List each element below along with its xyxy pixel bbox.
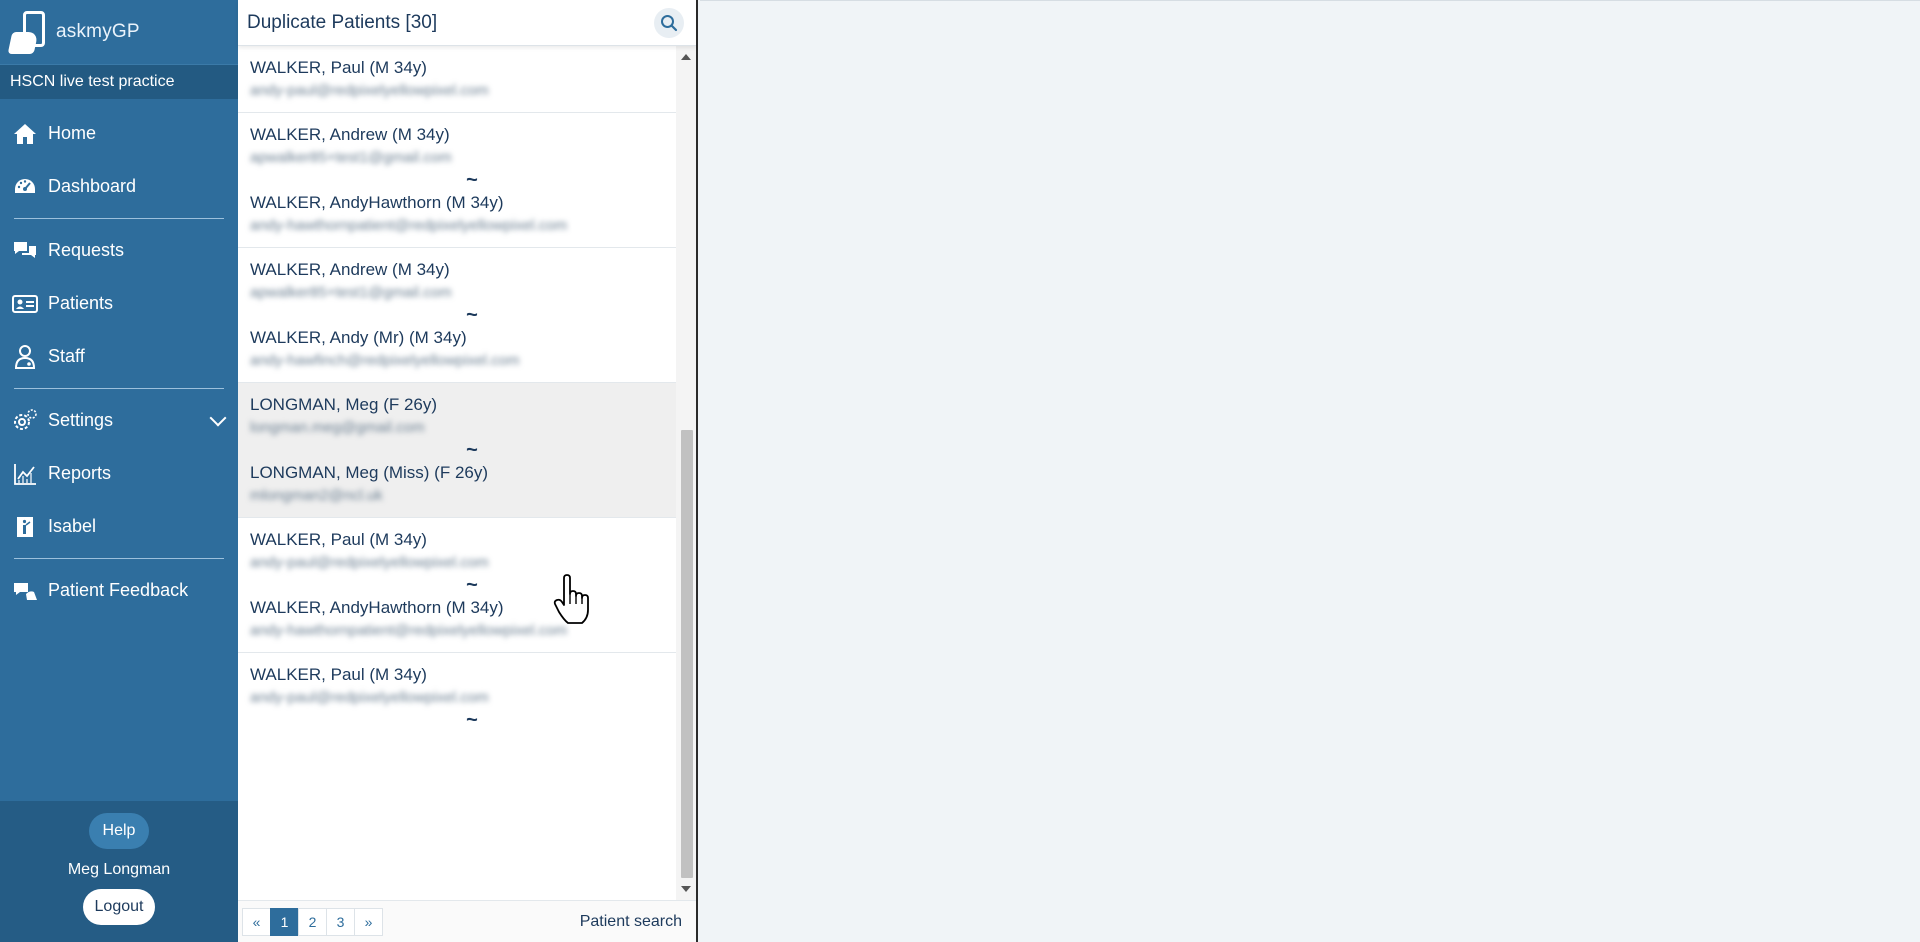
nav-label-staff: Staff xyxy=(48,346,85,366)
duplicate-group[interactable]: WALKER, Paul (M 34y) andy-paul@redpixely… xyxy=(238,46,676,113)
scroll-down-arrow-icon[interactable] xyxy=(681,886,691,892)
nav-label-patients: Patients xyxy=(48,293,114,313)
duplicate-group[interactable]: WALKER, Andrew (M 34y) apwalker85+test1@… xyxy=(238,113,676,248)
nav-label-settings: Settings xyxy=(48,410,114,430)
page-button-1[interactable]: 1 xyxy=(270,907,299,936)
hand-pointer-cursor-icon xyxy=(553,574,589,624)
patient-name: LONGMAN, Meg (Miss) (F 26y) xyxy=(250,463,489,482)
list-scrollbar[interactable] xyxy=(676,46,696,900)
patient-name: WALKER, Andrew (M 34y) xyxy=(250,125,450,144)
app-name: askmyGP xyxy=(56,21,140,42)
home-icon xyxy=(12,121,38,147)
patient-email: andy-paul@redpixelyellowpixel.com xyxy=(250,82,489,99)
patient-name: WALKER, Paul (M 34y) xyxy=(250,665,427,684)
patient-name: WALKER, Paul (M 34y) xyxy=(250,530,427,549)
nav-label-dashboard: Dashboard xyxy=(48,176,137,196)
patient-email: apwalker85+test1@gmail.com xyxy=(250,284,452,301)
duplicate-separator: ~ xyxy=(466,574,478,596)
scroll-thumb[interactable] xyxy=(681,430,693,878)
nav-item-reports[interactable]: Reports xyxy=(0,447,238,500)
chevron-down-icon xyxy=(209,409,227,427)
doctor-icon xyxy=(12,344,38,370)
panel-title: Duplicate Patients [30] xyxy=(247,11,438,33)
gauge-icon xyxy=(12,174,38,200)
page-next-button[interactable]: » xyxy=(354,907,383,936)
isabel-icon xyxy=(12,514,38,540)
nav-item-home[interactable]: Home xyxy=(0,107,238,160)
search-button[interactable] xyxy=(654,8,684,38)
main-nav: Home Dashboard Requests Patients Staff S… xyxy=(0,99,238,617)
page-button-3[interactable]: 3 xyxy=(326,907,355,936)
patient-name: LONGMAN, Meg (F 26y) xyxy=(250,395,438,414)
nav-label-patient-feedback: Patient Feedback xyxy=(48,580,189,600)
duplicate-separator: ~ xyxy=(466,439,478,461)
patient-email: apwalker85+test1@gmail.com xyxy=(250,149,452,166)
sidebar: askmyGP HSCN live test practice Home Das… xyxy=(0,0,238,942)
patient-name: WALKER, Paul (M 34y) xyxy=(250,58,427,77)
nav-item-patient-feedback[interactable]: Patient Feedback xyxy=(0,564,238,617)
nav-item-dashboard[interactable]: Dashboard xyxy=(0,160,238,213)
duplicate-separator: ~ xyxy=(466,709,478,731)
patient-search-link[interactable]: Patient search xyxy=(580,913,682,931)
nav-item-isabel[interactable]: Isabel xyxy=(0,500,238,553)
chat-bubbles-icon xyxy=(12,238,38,264)
duplicate-patients-list: WALKER, Paul (M 34y) andy-paul@redpixely… xyxy=(238,46,676,900)
patient-name: WALKER, Andy (Mr) (M 34y) xyxy=(250,328,467,347)
nav-label-isabel: Isabel xyxy=(48,516,97,536)
patient-email: andy-hawfinch@redpixelyellowpixel.com xyxy=(250,352,520,369)
patient-name: WALKER, Andrew (M 34y) xyxy=(250,260,450,279)
nav-divider xyxy=(14,388,224,389)
duplicate-group[interactable]: WALKER, Paul (M 34y) andy-paul@redpixely… xyxy=(238,653,676,739)
patient-name: WALKER, AndyHawthorn (M 34y) xyxy=(250,598,504,617)
help-button[interactable]: Help xyxy=(89,813,149,849)
duplicate-separator: ~ xyxy=(466,169,478,191)
nav-label-requests: Requests xyxy=(48,240,125,260)
nav-item-staff[interactable]: Staff xyxy=(0,330,238,383)
sidebar-footer: Help Meg Longman Logout xyxy=(0,801,238,942)
current-user-name: Meg Longman xyxy=(67,861,171,878)
askmygp-logo-icon xyxy=(7,10,50,54)
patient-email: mlongman2@ncl.uk xyxy=(250,487,383,504)
practice-name: HSCN live test practice xyxy=(0,65,238,99)
duplicate-group[interactable]: WALKER, Andrew (M 34y) apwalker85+test1@… xyxy=(238,248,676,383)
logout-button[interactable]: Logout xyxy=(83,889,155,925)
main-content-area xyxy=(700,0,1920,942)
duplicate-separator: ~ xyxy=(466,304,478,326)
page-prev-button[interactable]: « xyxy=(242,907,271,936)
search-icon xyxy=(661,15,678,32)
nav-item-requests[interactable]: Requests xyxy=(0,224,238,277)
patient-email: longman.meg@gmail.com xyxy=(250,419,425,436)
id-card-icon xyxy=(12,291,38,317)
duplicate-patients-panel: Duplicate Patients [30] WALKER, Paul (M … xyxy=(238,0,698,942)
feedback-icon xyxy=(12,578,38,604)
gears-icon xyxy=(12,408,38,434)
nav-label-home: Home xyxy=(48,123,97,143)
nav-divider xyxy=(14,218,224,219)
brand[interactable]: askmyGP xyxy=(0,0,238,65)
patient-email: andy-paul@redpixelyellowpixel.com xyxy=(250,689,489,706)
patient-email: andy-hawthornpatient@redpixelyellowpixel… xyxy=(250,622,568,639)
page-button-2[interactable]: 2 xyxy=(298,907,327,936)
duplicate-group[interactable]: LONGMAN, Meg (F 26y) longman.meg@gmail.c… xyxy=(238,383,676,518)
nav-label-reports: Reports xyxy=(48,463,112,483)
nav-divider xyxy=(14,558,224,559)
pagination: « 1 2 3 » Patient search xyxy=(238,900,696,942)
panel-header: Duplicate Patients [30] xyxy=(238,0,696,46)
patient-email: andy-paul@redpixelyellowpixel.com xyxy=(250,554,489,571)
scroll-up-arrow-icon[interactable] xyxy=(681,54,691,60)
patient-name: WALKER, AndyHawthorn (M 34y) xyxy=(250,193,504,212)
nav-item-patients[interactable]: Patients xyxy=(0,277,238,330)
duplicate-group[interactable]: WALKER, Paul (M 34y) andy-paul@redpixely… xyxy=(238,518,676,653)
line-chart-icon xyxy=(12,461,38,487)
patient-email: andy-hawthornpatient@redpixelyellowpixel… xyxy=(250,217,568,234)
nav-item-settings[interactable]: Settings xyxy=(0,394,238,447)
